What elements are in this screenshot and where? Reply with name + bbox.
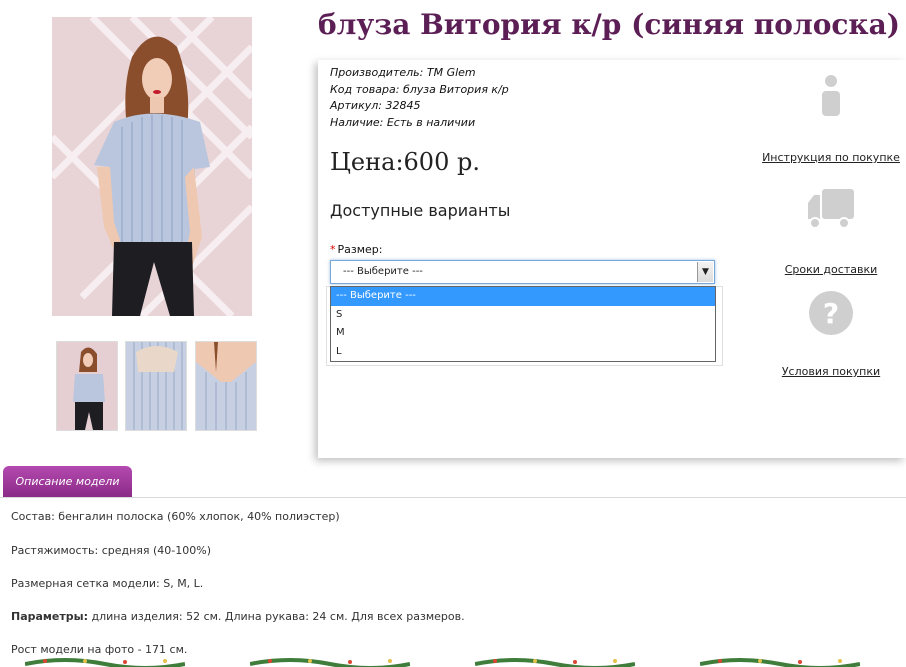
size-label: * Размер:	[330, 243, 382, 256]
product-code-label: Код товара:	[330, 82, 400, 96]
size-option-m[interactable]: M	[331, 324, 715, 343]
sku-value: 32845	[385, 99, 421, 112]
product-code-row: Код товара: блуза Витория к/р	[330, 82, 509, 99]
purchase-instructions-link[interactable]: Инструкция по покупке	[762, 151, 900, 164]
product-code-value: блуза Витория к/р	[402, 82, 509, 96]
parameters-row: Параметры: длина изделия: 52 см. Длина р…	[11, 610, 465, 623]
garland-decoration-3	[475, 658, 635, 667]
product-thumbnail-1[interactable]	[56, 341, 118, 431]
parameters-label: Параметры:	[11, 610, 88, 623]
size-option-placeholder[interactable]: --- Выберите ---	[331, 287, 715, 306]
size-grid-value: S, M, L.	[163, 577, 204, 590]
terms-block: ? Условия покупки	[761, 290, 901, 379]
manufacturer-row: Производитель: TM Glem	[330, 65, 509, 82]
garland-decoration-4	[700, 658, 860, 667]
tab-divider	[0, 497, 906, 498]
product-title: блуза Витория к/р (синяя полоска)	[318, 8, 901, 41]
size-option-s[interactable]: S	[331, 306, 715, 325]
product-info-panel: Производитель: TM Glem Код товара: блуза…	[318, 60, 906, 458]
manufacturer-value: TM Glem	[426, 66, 476, 79]
garland-decoration-1	[25, 658, 185, 667]
tab-description[interactable]: Описание модели	[3, 466, 132, 498]
sku-row: Артикул: 32845	[330, 98, 509, 115]
truck-icon	[808, 189, 854, 229]
size-select[interactable]: --- Выберите --- ▼	[330, 260, 715, 284]
delivery-terms-link[interactable]: Сроки доставки	[785, 263, 878, 276]
garland-decoration-2	[250, 658, 410, 667]
size-select-value: --- Выберите ---	[343, 266, 423, 277]
product-meta: Производитель: TM Glem Код товара: блуза…	[330, 65, 509, 131]
composition-row: Состав: бенгалин полоска (60% хлопок, 40…	[11, 510, 340, 523]
svg-text:?: ?	[823, 297, 839, 330]
product-thumbnail-2[interactable]	[125, 341, 187, 431]
info-icon	[822, 75, 840, 116]
size-grid-row: Размерная сетка модели: S, M, L.	[11, 577, 203, 590]
composition-label: Состав:	[11, 510, 55, 523]
product-price: Цена:600 р.	[330, 148, 480, 176]
model-height-row: Рост модели на фото - 171 см.	[11, 643, 188, 656]
sku-label: Артикул:	[330, 99, 382, 112]
size-label-text: Размер:	[337, 243, 383, 256]
manufacturer-label: Производитель:	[330, 66, 424, 79]
stretch-row: Растяжимость: средняя (40-100%)	[11, 544, 211, 557]
stock-value: Есть в наличии	[386, 115, 476, 129]
parameters-value: длина изделия: 52 см. Длина рукава: 24 с…	[91, 610, 465, 623]
delivery-block: Сроки доставки	[761, 187, 901, 277]
stretch-label: Растяжимость:	[11, 544, 99, 557]
stock-label: Наличие:	[330, 115, 384, 129]
purchase-terms-link[interactable]: Условия покупки	[782, 365, 880, 378]
size-dropdown-list[interactable]: --- Выберите --- S M L	[330, 286, 716, 362]
dropdown-arrow-icon[interactable]: ▼	[697, 262, 713, 282]
size-grid-label: Размерная сетка модели:	[11, 577, 160, 590]
stretch-value: средняя (40-100%)	[101, 544, 212, 557]
question-icon: ?	[809, 291, 853, 335]
stock-row: Наличие: Есть в наличии	[330, 115, 509, 132]
product-main-photo[interactable]	[52, 17, 252, 316]
size-option-l[interactable]: L	[331, 343, 715, 362]
variants-heading: Доступные варианты	[330, 201, 511, 220]
product-thumbnail-3[interactable]	[195, 341, 257, 431]
info-block: Инструкция по покупке	[761, 74, 901, 165]
composition-value: бенгалин полоска (60% хлопок, 40% полиэс…	[58, 510, 340, 523]
required-mark: *	[330, 243, 336, 256]
